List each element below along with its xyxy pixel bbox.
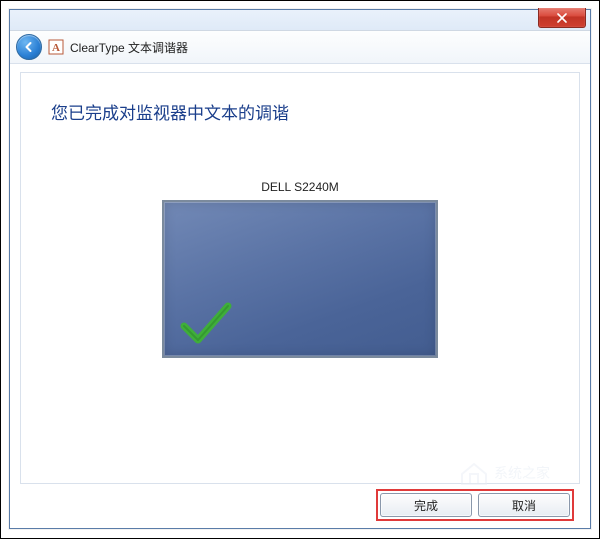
window-title: ClearType 文本调谐器: [70, 39, 188, 56]
cleartype-app-icon: A: [48, 39, 64, 55]
back-button[interactable]: [16, 34, 42, 60]
screenshot-frame: A ClearType 文本调谐器 您已完成对监视器中文本的调谐 DELL S2…: [0, 0, 600, 539]
close-icon: [557, 13, 567, 23]
monitor-preview: [162, 200, 438, 358]
completion-heading: 您已完成对监视器中文本的调谐: [51, 99, 549, 124]
back-arrow-icon: [23, 41, 35, 53]
finish-button[interactable]: 完成: [380, 493, 472, 517]
cleartype-wizard-window: A ClearType 文本调谐器 您已完成对监视器中文本的调谐 DELL S2…: [9, 9, 591, 529]
monitor-name-label: DELL S2240M: [51, 180, 549, 194]
wizard-header: A ClearType 文本调谐器: [10, 31, 590, 64]
cancel-button[interactable]: 取消: [478, 493, 570, 517]
svg-text:A: A: [52, 42, 60, 54]
checkmark-icon: [178, 300, 234, 348]
wizard-content-panel: 您已完成对监视器中文本的调谐 DELL S2240M: [20, 72, 580, 484]
close-button[interactable]: [538, 8, 586, 28]
wizard-footer: 完成 取消: [20, 488, 580, 522]
monitor-preview-block: DELL S2240M: [51, 180, 549, 358]
footer-button-highlight: 完成 取消: [376, 489, 574, 521]
window-titlebar: [10, 10, 590, 31]
